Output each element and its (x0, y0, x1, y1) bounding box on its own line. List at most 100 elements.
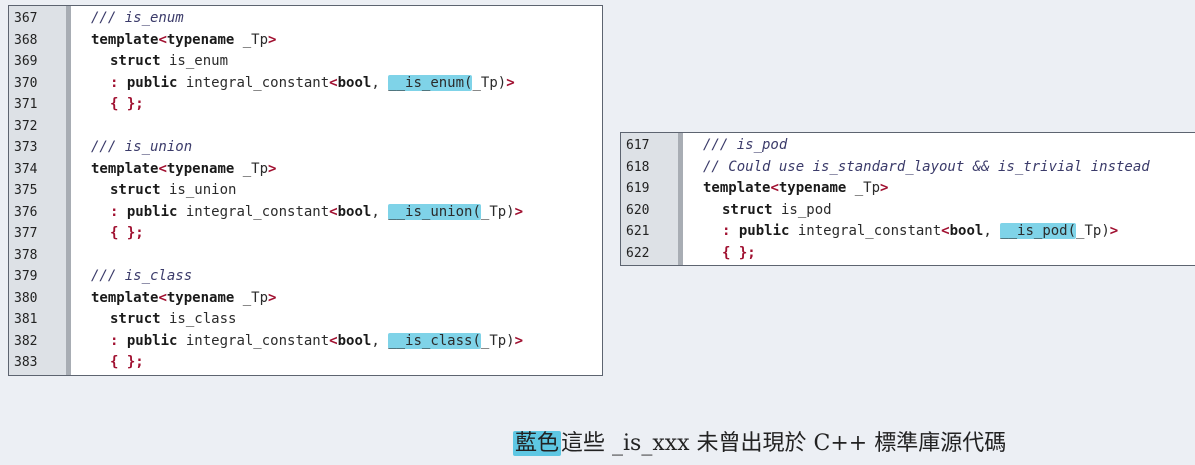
keyword: struct (110, 311, 161, 327)
line-number: 373 (14, 140, 38, 155)
keyword: bool (337, 332, 372, 349)
empty-body: { }; (110, 225, 144, 241)
code-line: 380 template<typename _Tp> (9, 288, 602, 309)
line-number: 368 (14, 32, 38, 48)
code-text: // Could use is_standard_layout && is_tr… (703, 157, 1150, 178)
comma: , (371, 74, 389, 91)
code-text: struct is_enum (110, 51, 228, 72)
intrinsic-highlight: __is_class( (388, 332, 481, 349)
angle-close: > (268, 289, 277, 306)
code-line: 379 /// is_class (9, 266, 602, 287)
line-number: 380 (14, 290, 38, 306)
argument: _Tp) (480, 203, 515, 220)
comma: , (983, 223, 1001, 239)
empty-body: { }; (110, 354, 144, 370)
line-number: 377 (14, 226, 38, 241)
intrinsic-highlight: __is_enum( (388, 74, 473, 91)
identifier: is_enum (160, 53, 229, 69)
identifier: _Tp (846, 180, 881, 196)
code-line: 617 /// is_pod (621, 135, 1195, 156)
code-text: /// is_class (91, 266, 192, 287)
colon: : (110, 332, 127, 349)
argument: _Tp) (1076, 223, 1110, 239)
line-number: 383 (14, 355, 38, 370)
argument: _Tp) (480, 332, 515, 349)
identifier: is_union (160, 182, 237, 198)
code-text: { }; (110, 352, 144, 373)
line-number: 374 (14, 161, 38, 177)
keyword: template (91, 289, 159, 306)
code-panel-left: 367/// is_enum 368 template<typename _Tp> 3… (8, 5, 603, 376)
colon: : (110, 203, 127, 220)
line-number: 617 (626, 138, 650, 153)
angle-open: < (329, 332, 338, 349)
line-number: 370 (14, 75, 38, 91)
keyword: typename (778, 180, 847, 196)
keyword: public (126, 332, 178, 349)
keyword: public (126, 74, 178, 91)
empty-body: { }; (722, 244, 756, 261)
code-text: : public integral_constant<bool, __is_cl… (110, 331, 523, 352)
code-line: 367 /// is_enum (9, 8, 602, 29)
keyword: typename (166, 160, 235, 177)
code-text: template<typename _Tp> (91, 159, 276, 180)
identifier: is_pod (772, 201, 832, 218)
line-number: 618 (626, 159, 650, 175)
angle-close: > (514, 203, 524, 220)
empty-body: { }; (110, 96, 144, 112)
angle-open: < (329, 203, 338, 220)
comment: /// is_union (91, 139, 193, 155)
caption-text: 這些 _is_xxx 未曾出現於 C++ 標準庫源代碼 (561, 431, 1007, 456)
intrinsic-highlight: __is_pod( (1000, 223, 1077, 239)
identifier: integral_constant (177, 332, 330, 349)
angle-open: < (770, 180, 779, 196)
angle-open: < (329, 74, 338, 91)
code-line: 620 struct is_pod (621, 200, 1195, 221)
line-number: 379 (14, 269, 38, 284)
line-number: 381 (14, 312, 38, 327)
line-number: 376 (14, 204, 38, 220)
identifier: integral_constant (789, 223, 942, 239)
code-line: 377 { }; (9, 223, 602, 244)
angle-close: > (880, 180, 889, 196)
code-text: struct is_class (110, 309, 236, 330)
code-text: /// is_enum (91, 8, 184, 29)
keyword: bool (949, 223, 984, 239)
line-number: 621 (626, 224, 650, 239)
identifier: _Tp (234, 289, 269, 306)
line-number: 622 (626, 245, 650, 261)
comment: // Could use is_standard_layout && is_tr… (703, 158, 1150, 175)
comment: /// is_pod (703, 137, 788, 153)
keyword: bool (337, 74, 372, 91)
code-line: 368 template<typename _Tp> (9, 30, 602, 51)
keyword: typename (166, 31, 235, 48)
comment: /// is_enum (91, 10, 184, 26)
identifier: _Tp (234, 160, 269, 177)
comment: /// is_class (91, 268, 193, 284)
code-text: { }; (110, 223, 144, 244)
code-panel-right: 617 /// is_pod 618 // Could use is_standard… (620, 132, 1195, 266)
code-text: template<typename _Tp> (703, 178, 888, 199)
angle-open: < (158, 289, 167, 306)
angle-open: < (158, 31, 167, 48)
identifier: integral_constant (177, 203, 330, 220)
code-text: struct is_pod (722, 200, 832, 221)
code-line: 371 { }; (9, 94, 602, 115)
keyword: bool (337, 203, 372, 220)
code-line: 622 { }; (621, 243, 1195, 264)
keyword: public (738, 223, 790, 239)
code-line: 369 struct is_enum (9, 51, 602, 72)
keyword: typename (166, 289, 235, 306)
identifier: integral_constant (177, 74, 330, 91)
keyword: template (91, 160, 159, 177)
angle-close: > (268, 31, 277, 48)
keyword: struct (110, 53, 161, 69)
code-text: { }; (110, 94, 144, 115)
comma: , (371, 332, 389, 349)
code-line: 378 (9, 245, 602, 266)
intrinsic-highlight: __is_union( (388, 203, 481, 220)
code-line: 383 { }; (9, 352, 602, 373)
code-line: 370: public integral_constant<bool, __is… (9, 73, 602, 94)
argument: _Tp) (472, 74, 507, 91)
code-line: 382: public integral_constant<bool, __is… (9, 331, 602, 352)
